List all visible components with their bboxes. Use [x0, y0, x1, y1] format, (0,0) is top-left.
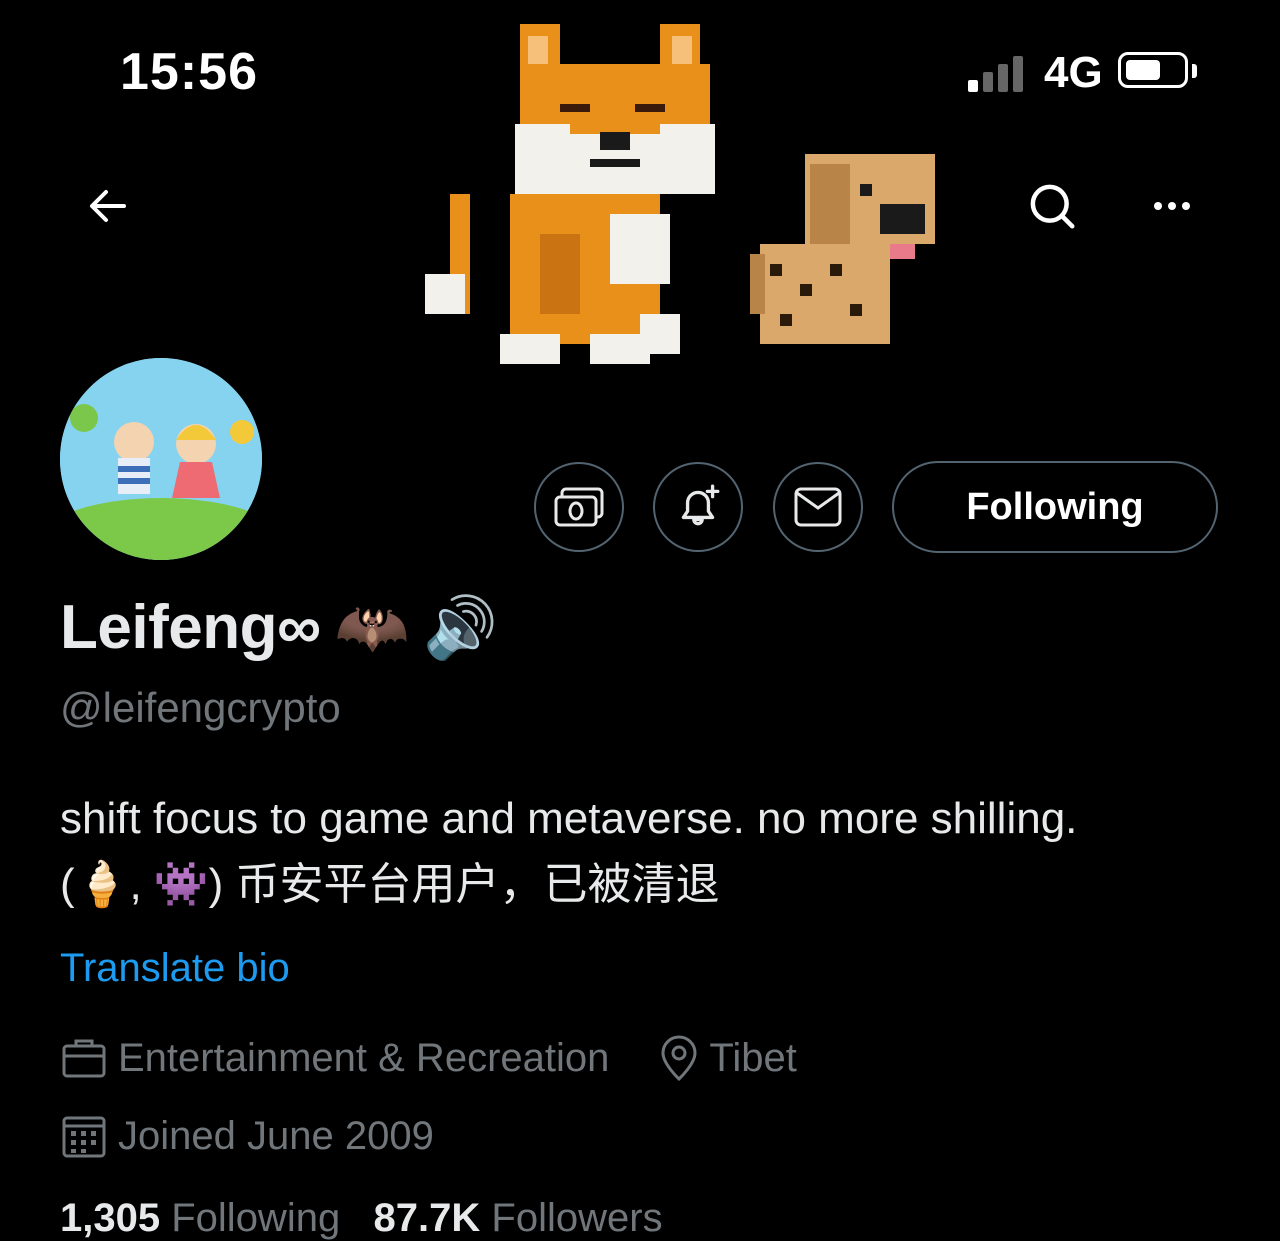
arrow-left-icon: [90, 190, 126, 222]
avatar[interactable]: [60, 358, 262, 560]
tip-button[interactable]: [534, 462, 624, 552]
status-time: 15:56: [120, 43, 258, 101]
signal-strength-icon: [968, 52, 1023, 92]
network-type: 4G: [1044, 48, 1103, 97]
meta-row: Entertainment & Recreation Tibet: [60, 1034, 797, 1082]
following-label[interactable]: Following: [171, 1196, 340, 1240]
bio-line-2: (🍦, 👾) 币安平台用户，已被清退: [60, 860, 720, 909]
bio-line-1: shift focus to game and metaverse. no mo…: [60, 794, 1078, 843]
following-count[interactable]: 1,305: [60, 1196, 160, 1240]
battery-nub: [1192, 64, 1197, 78]
translate-bio-link[interactable]: Translate bio: [60, 946, 290, 991]
display-name: Leifeng∞: [60, 593, 321, 662]
profile-category: Entertainment & Recreation: [118, 1035, 610, 1080]
calendar-icon: [62, 1116, 106, 1158]
joined-date: Joined June 2009: [118, 1113, 434, 1158]
battery-icon: [1118, 52, 1188, 88]
bio: shift focus to game and metaverse. no mo…: [60, 786, 1077, 918]
mail-icon: [794, 487, 842, 527]
follow-counts: 1,305 Following 87.7K Followers: [60, 1196, 663, 1241]
shiba-pixel-art: [425, 24, 715, 364]
bell-plus-icon: [681, 484, 720, 526]
search-icon: [1030, 184, 1075, 229]
profile-location: Tibet: [709, 1035, 797, 1080]
message-button[interactable]: [773, 462, 863, 552]
back-button[interactable]: [68, 166, 148, 246]
speaker-emoji: 🔊: [423, 594, 499, 661]
joined-row: Joined June 2009: [60, 1112, 434, 1160]
followers-count[interactable]: 87.7K: [374, 1196, 481, 1240]
dog-pixel-art: [750, 154, 935, 344]
bat-emoji: 🦇: [334, 594, 410, 661]
briefcase-icon: [62, 1039, 106, 1078]
profile-banner[interactable]: [410, 14, 950, 394]
search-button[interactable]: [1012, 166, 1092, 246]
more-button[interactable]: [1132, 166, 1212, 246]
user-handle: @leifengcrypto: [60, 684, 341, 731]
notify-button[interactable]: [653, 462, 743, 552]
more-horizontal-icon: [1154, 202, 1190, 210]
name-row: Leifeng∞ 🦇 🔊: [60, 592, 498, 663]
money-icon: [554, 487, 604, 527]
location-icon: [661, 1035, 697, 1082]
following-button[interactable]: Following: [892, 461, 1218, 553]
followers-label[interactable]: Followers: [491, 1196, 662, 1240]
